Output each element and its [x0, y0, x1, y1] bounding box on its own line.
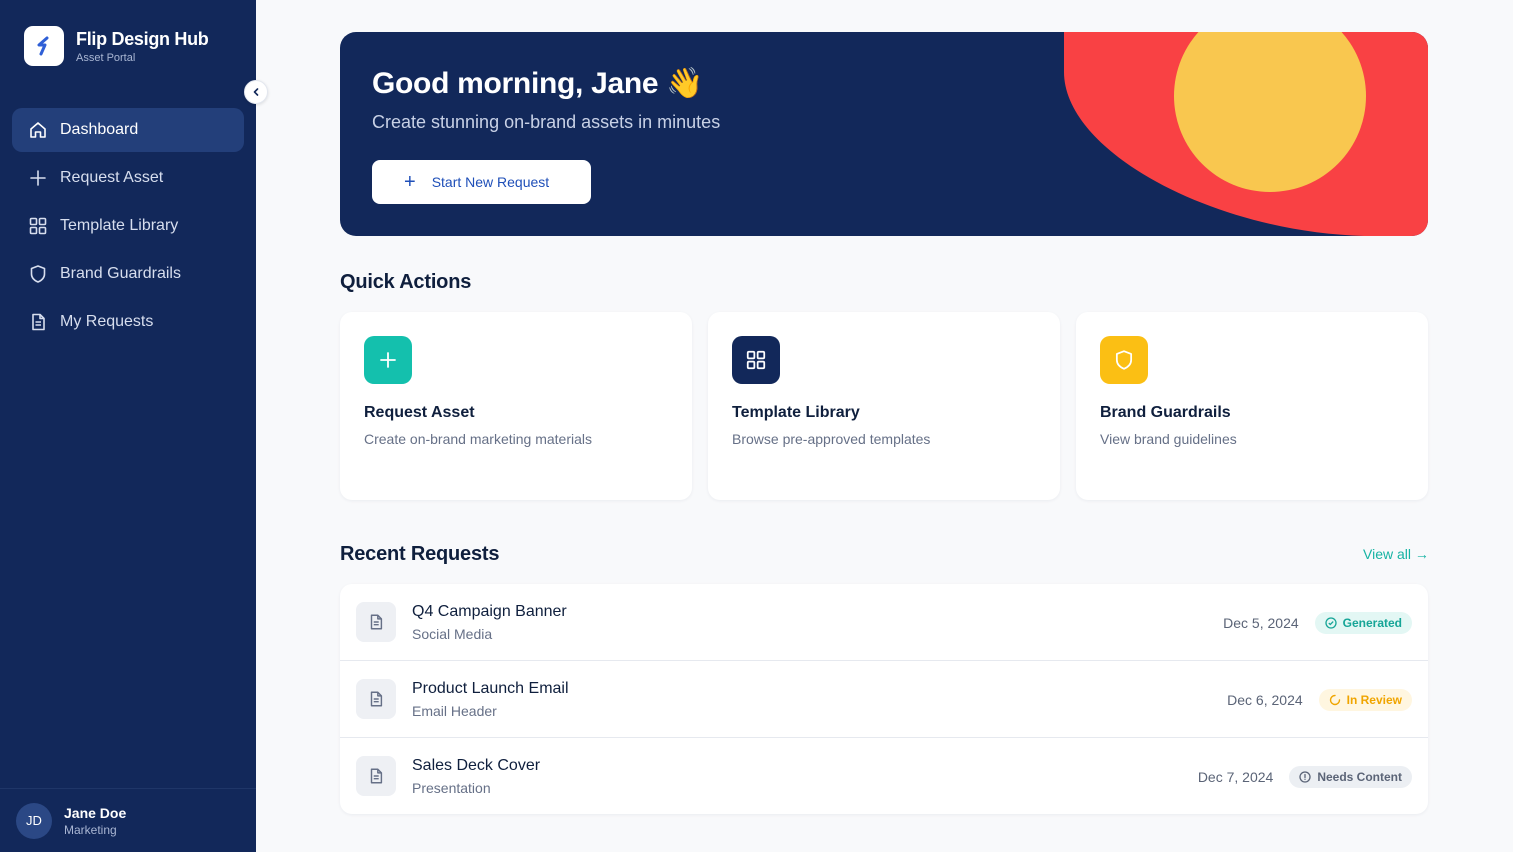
grid-icon [732, 336, 780, 384]
brand-subtitle: Asset Portal [76, 52, 136, 64]
request-date: Dec 6, 2024 [1227, 691, 1303, 708]
sidebar-item-label: Template Library [60, 217, 179, 234]
sidebar-item-my-requests[interactable]: My Requests [12, 300, 244, 344]
request-title: Sales Deck Cover [412, 757, 541, 774]
request-type: Email Header [412, 703, 497, 719]
quick-action-template-library[interactable]: Template Library Browse pre-approved tem… [708, 312, 1060, 500]
quick-action-request-asset[interactable]: Request Asset Create on-brand marketing … [340, 312, 692, 500]
alert-circle-icon [1299, 770, 1311, 783]
greeting-title: Good morning, Jane 👋 [372, 67, 704, 100]
avatar: JD [16, 802, 52, 839]
quick-action-brand-guardrails[interactable]: Brand Guardrails View brand guidelines [1076, 312, 1428, 500]
brand-name: Flip Design Hub [76, 29, 209, 49]
sidebar-item-label: Request Asset [60, 169, 164, 186]
status-label: Needs Content [1317, 769, 1402, 784]
document-icon [356, 602, 396, 642]
loading-icon [1329, 694, 1341, 706]
start-new-request-button[interactable]: + Start New Request [372, 160, 591, 204]
status-badge: In Review [1318, 688, 1412, 711]
status-label: In Review [1346, 692, 1402, 707]
request-type: Social Media [412, 626, 493, 642]
quick-action-description: Browse pre-approved templates [732, 431, 931, 447]
recent-requests-title: Recent Requests [340, 543, 500, 565]
document-icon [28, 312, 48, 332]
grid-icon [28, 216, 48, 236]
app-root: Flip Design Hub Asset Portal Dashboard R… [0, 0, 1513, 852]
recent-requests-list: Q4 Campaign Banner Social Media Dec 5, 2… [340, 584, 1428, 814]
request-date: Dec 7, 2024 [1197, 768, 1274, 785]
sidebar-item-template-library[interactable]: Template Library [12, 204, 244, 248]
view-all-link[interactable]: View all → [1363, 546, 1429, 562]
quick-actions-title: Quick Actions [340, 271, 472, 293]
list-item[interactable]: Q4 Campaign Banner Social Media Dec 5, 2… [340, 584, 1428, 661]
user-name: Jane Doe [64, 804, 127, 821]
quick-action-title: Request Asset [364, 404, 475, 421]
brand-logo-icon [24, 26, 64, 66]
sidebar-item-label: My Requests [60, 313, 154, 330]
request-title: Q4 Campaign Banner [412, 603, 567, 620]
sidebar-item-request-asset[interactable]: Request Asset [12, 156, 244, 200]
shield-icon [1100, 336, 1148, 384]
user-profile[interactable]: JD Jane Doe Marketing [0, 788, 256, 852]
status-badge: Needs Content [1289, 765, 1412, 788]
quick-action-description: Create on-brand marketing materials [364, 431, 592, 447]
plus-icon [28, 168, 48, 188]
sidebar-nav: Dashboard Request Asset Template Library… [12, 108, 244, 348]
user-role: Marketing [64, 822, 117, 837]
quick-action-title: Template Library [732, 404, 860, 421]
plus-icon: + [404, 171, 416, 193]
status-label: Generated [1342, 615, 1402, 630]
request-date: Dec 5, 2024 [1223, 614, 1299, 631]
request-title: Product Launch Email [412, 680, 569, 697]
sidebar-item-label: Dashboard [60, 121, 139, 138]
sidebar-item-dashboard[interactable]: Dashboard [12, 108, 244, 152]
sidebar-item-label: Brand Guardrails [60, 265, 181, 282]
document-icon [356, 756, 396, 796]
quick-action-description: View brand guidelines [1100, 431, 1237, 447]
welcome-banner: Good morning, Jane 👋 Create stunning on-… [340, 32, 1428, 236]
start-new-request-label: Start New Request [431, 174, 550, 190]
banner-illustration [1064, 32, 1428, 236]
check-circle-icon [1324, 616, 1337, 629]
list-item[interactable]: Sales Deck Cover Presentation Dec 7, 202… [340, 738, 1428, 814]
request-type: Presentation [412, 780, 491, 796]
document-icon [356, 679, 396, 719]
home-icon [28, 120, 48, 140]
brand[interactable]: Flip Design Hub Asset Portal [24, 26, 209, 66]
status-badge: Generated [1314, 611, 1412, 634]
sidebar-item-brand-guardrails[interactable]: Brand Guardrails [12, 252, 244, 296]
plus-icon [364, 336, 412, 384]
chevron-left-icon [253, 88, 259, 96]
shield-icon [28, 264, 48, 284]
quick-action-title: Brand Guardrails [1100, 404, 1231, 421]
collapse-sidebar-button[interactable] [244, 80, 268, 104]
greeting-subtitle: Create stunning on-brand assets in minut… [372, 112, 721, 132]
list-item[interactable]: Product Launch Email Email Header Dec 6,… [340, 661, 1428, 738]
sidebar: Flip Design Hub Asset Portal Dashboard R… [0, 0, 256, 852]
